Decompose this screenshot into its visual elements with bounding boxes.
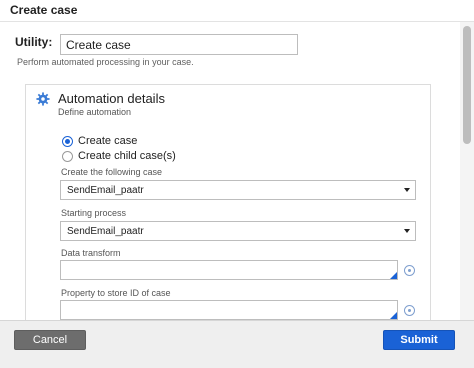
autocomplete-corner-icon (390, 272, 397, 279)
case-type-select[interactable]: SendEmail_paatr (60, 180, 416, 200)
utility-input[interactable] (60, 34, 298, 55)
automation-details-panel: Automation details Define automation Cre… (25, 84, 431, 320)
utility-help-text: Perform automated processing in your cas… (17, 57, 194, 67)
property-store-id-label: Property to store ID of case (61, 288, 171, 298)
starting-process-select[interactable]: SendEmail_paatr (60, 221, 416, 241)
submit-button[interactable]: Submit (383, 330, 455, 350)
autocomplete-corner-icon (390, 312, 397, 319)
radio-button[interactable] (62, 150, 73, 162)
utility-label: Utility: (15, 35, 53, 49)
starting-process-label: Starting process (61, 208, 127, 218)
case-type-value: SendEmail_paatr (67, 185, 144, 196)
starting-process-value: SendEmail_paatr (67, 226, 144, 237)
dialog-header: Create case (0, 0, 474, 22)
scrollbar-thumb[interactable] (463, 26, 471, 144)
vertical-scrollbar[interactable] (460, 22, 474, 320)
data-transform-input[interactable] (60, 260, 398, 280)
target-icon[interactable] (404, 265, 415, 276)
radio-create-case[interactable]: Create case (62, 134, 137, 148)
property-store-id-input[interactable] (60, 300, 398, 320)
radio-label: Create child case(s) (78, 150, 176, 162)
radio-create-child-cases[interactable]: Create child case(s) (62, 149, 176, 163)
panel-title: Automation details (58, 91, 165, 106)
target-icon[interactable] (404, 305, 415, 316)
panel-subtitle: Define automation (58, 107, 132, 117)
gear-icon (36, 92, 50, 106)
data-transform-label: Data transform (61, 248, 121, 258)
case-type-label: Create the following case (61, 167, 163, 177)
dialog-body: Utility: Perform automated processing in… (0, 22, 460, 320)
radio-label: Create case (78, 135, 138, 147)
dialog-footer: Cancel Submit (0, 320, 474, 368)
dialog-title: Create case (10, 3, 78, 17)
cancel-button[interactable]: Cancel (14, 330, 86, 350)
chevron-down-icon (404, 229, 410, 233)
radio-button-selected[interactable] (62, 135, 73, 147)
chevron-down-icon (404, 188, 410, 192)
